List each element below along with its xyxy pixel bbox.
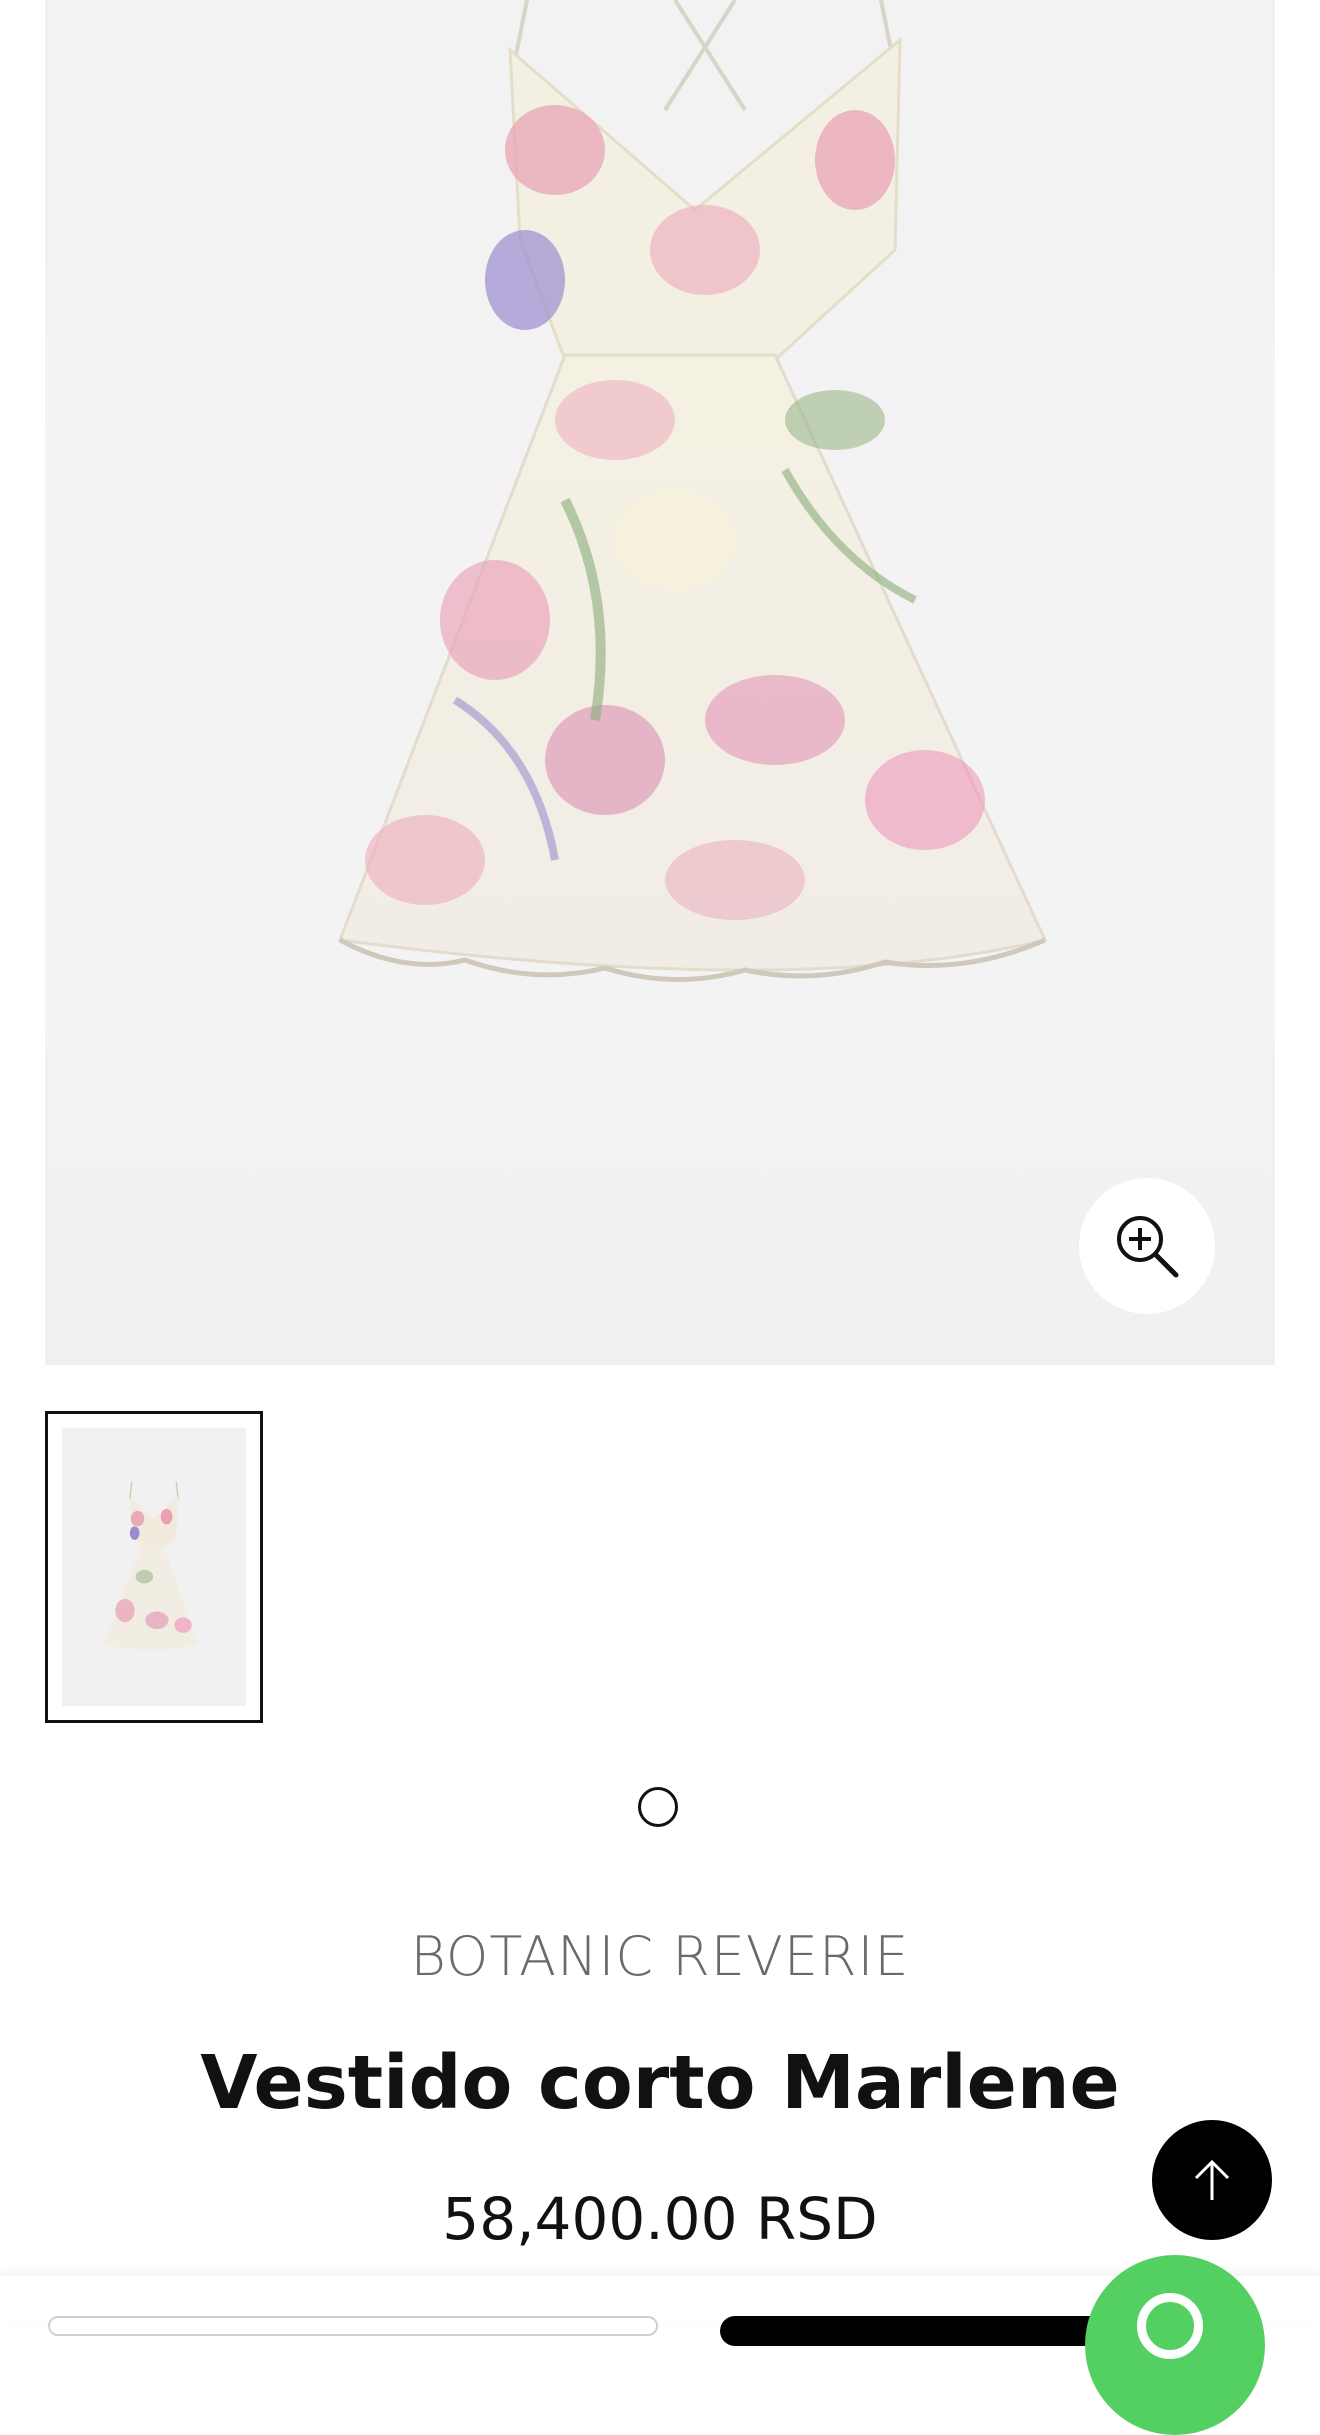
add-to-cart-button[interactable]	[720, 2316, 1140, 2346]
arrow-up-icon	[1194, 2159, 1230, 2200]
dress-illustration	[337, 0, 1048, 983]
zoom-button[interactable]	[1079, 1178, 1215, 1314]
gallery-pagination-dot[interactable]	[638, 1787, 678, 1827]
product-brand[interactable]: BOTANIC REVERIE	[0, 1925, 1320, 1988]
thumbnail-image	[62, 1428, 246, 1706]
variant-select[interactable]	[48, 2316, 658, 2336]
product-price: 58,400.00 RSD	[442, 2185, 878, 2253]
zoom-in-icon	[1117, 1216, 1179, 1278]
product-main-image[interactable]	[45, 0, 1275, 1365]
product-thumbnail[interactable]	[45, 1411, 263, 1723]
scroll-to-top-button[interactable]	[1152, 2120, 1272, 2240]
product-title: Vestido corto Marlene	[200, 2040, 1120, 2126]
whatsapp-chat-button[interactable]	[1085, 2255, 1265, 2435]
dress-thumbnail-illustration	[102, 1481, 198, 1651]
